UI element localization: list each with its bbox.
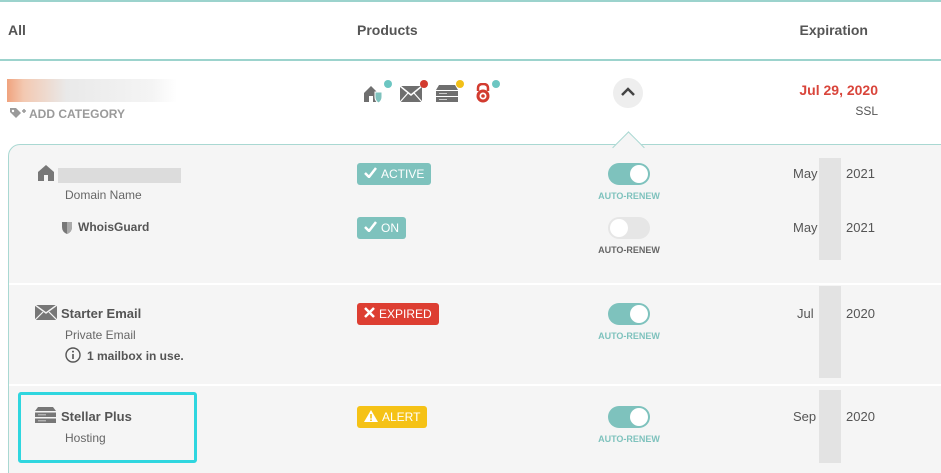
selection-highlight — [18, 392, 197, 463]
header-divider — [0, 59, 941, 61]
add-category-label: ADD CATEGORY — [29, 107, 125, 121]
check-icon — [364, 167, 377, 181]
auto-renew-toggle[interactable] — [608, 217, 650, 239]
status-badge-alert: ALERT — [357, 406, 428, 428]
status-text: EXPIRED — [379, 307, 432, 321]
expiration-month: May — [793, 220, 818, 235]
row-separator — [9, 384, 941, 386]
house-icon — [37, 164, 55, 186]
column-header-products: Products — [357, 22, 418, 38]
status-text: ACTIVE — [381, 167, 425, 181]
expiration-month: Sep — [793, 409, 817, 424]
status-text: ON — [381, 221, 399, 235]
mail-product-icon[interactable] — [400, 80, 428, 104]
auto-renew-toggle[interactable] — [608, 406, 650, 428]
server-product-icon[interactable] — [436, 80, 464, 104]
column-header-all[interactable]: All — [8, 22, 26, 38]
status-badge-on: ON — [357, 217, 406, 239]
add-category-link[interactable]: ADD CATEGORY — [9, 106, 125, 122]
subscriptions-page: All Products Expiration ADD CATEGORY Jul… — [0, 0, 941, 473]
expiration-year: 2021 — [846, 166, 875, 181]
item-title: WhoisGuard — [78, 220, 150, 234]
status-text: ALERT — [382, 410, 421, 424]
item-subtitle: Domain Name — [65, 188, 142, 202]
redacted-date-days — [819, 286, 841, 378]
auto-renew-label: AUTO-RENEW — [598, 434, 660, 444]
ssl-lock-icon[interactable] — [474, 80, 502, 104]
status-dot — [456, 80, 464, 88]
panel-pointer — [610, 126, 646, 162]
expiration-month: Jul — [797, 306, 814, 321]
expiration-date: Jul 29, 2020 — [799, 82, 878, 98]
redacted-domain-name — [7, 79, 177, 102]
auto-renew-label: AUTO-RENEW — [598, 191, 660, 201]
check-icon — [364, 221, 377, 235]
auto-renew-toggle[interactable] — [608, 303, 650, 325]
domain-with-shield-icon[interactable] — [362, 80, 392, 104]
status-dot — [492, 80, 500, 88]
expiration-year: 2021 — [846, 220, 875, 235]
status-dot — [420, 80, 428, 88]
auto-renew-label: AUTO-RENEW — [598, 331, 660, 341]
column-header-expiration[interactable]: Expiration — [800, 22, 868, 38]
auto-renew-label: AUTO-RENEW — [598, 245, 660, 255]
status-badge-expired: EXPIRED — [357, 303, 439, 325]
row-separator — [9, 283, 941, 285]
x-icon — [364, 307, 375, 321]
mailbox-usage-note: 1 mailbox in use. — [87, 349, 184, 363]
expiration-month: May — [793, 166, 818, 181]
collapse-button[interactable] — [613, 78, 643, 108]
tag-plus-icon — [9, 106, 27, 122]
redacted-domain-title — [58, 168, 181, 183]
expiration-product-label: SSL — [855, 104, 878, 118]
top-divider — [0, 0, 941, 2]
expiration-year: 2020 — [846, 409, 875, 424]
redacted-date-days — [819, 390, 841, 463]
status-dot — [384, 80, 392, 88]
info-icon[interactable] — [65, 347, 81, 368]
shield-icon — [61, 221, 73, 240]
chevron-up-icon — [621, 84, 635, 102]
expiration-year: 2020 — [846, 306, 875, 321]
warning-icon — [364, 409, 378, 425]
status-badge-active: ACTIVE — [357, 163, 432, 185]
redacted-date-days — [819, 158, 841, 260]
auto-renew-toggle[interactable] — [608, 163, 650, 185]
item-title: Starter Email — [61, 306, 142, 321]
item-subtitle: Private Email — [65, 328, 136, 342]
mail-icon — [34, 304, 58, 325]
